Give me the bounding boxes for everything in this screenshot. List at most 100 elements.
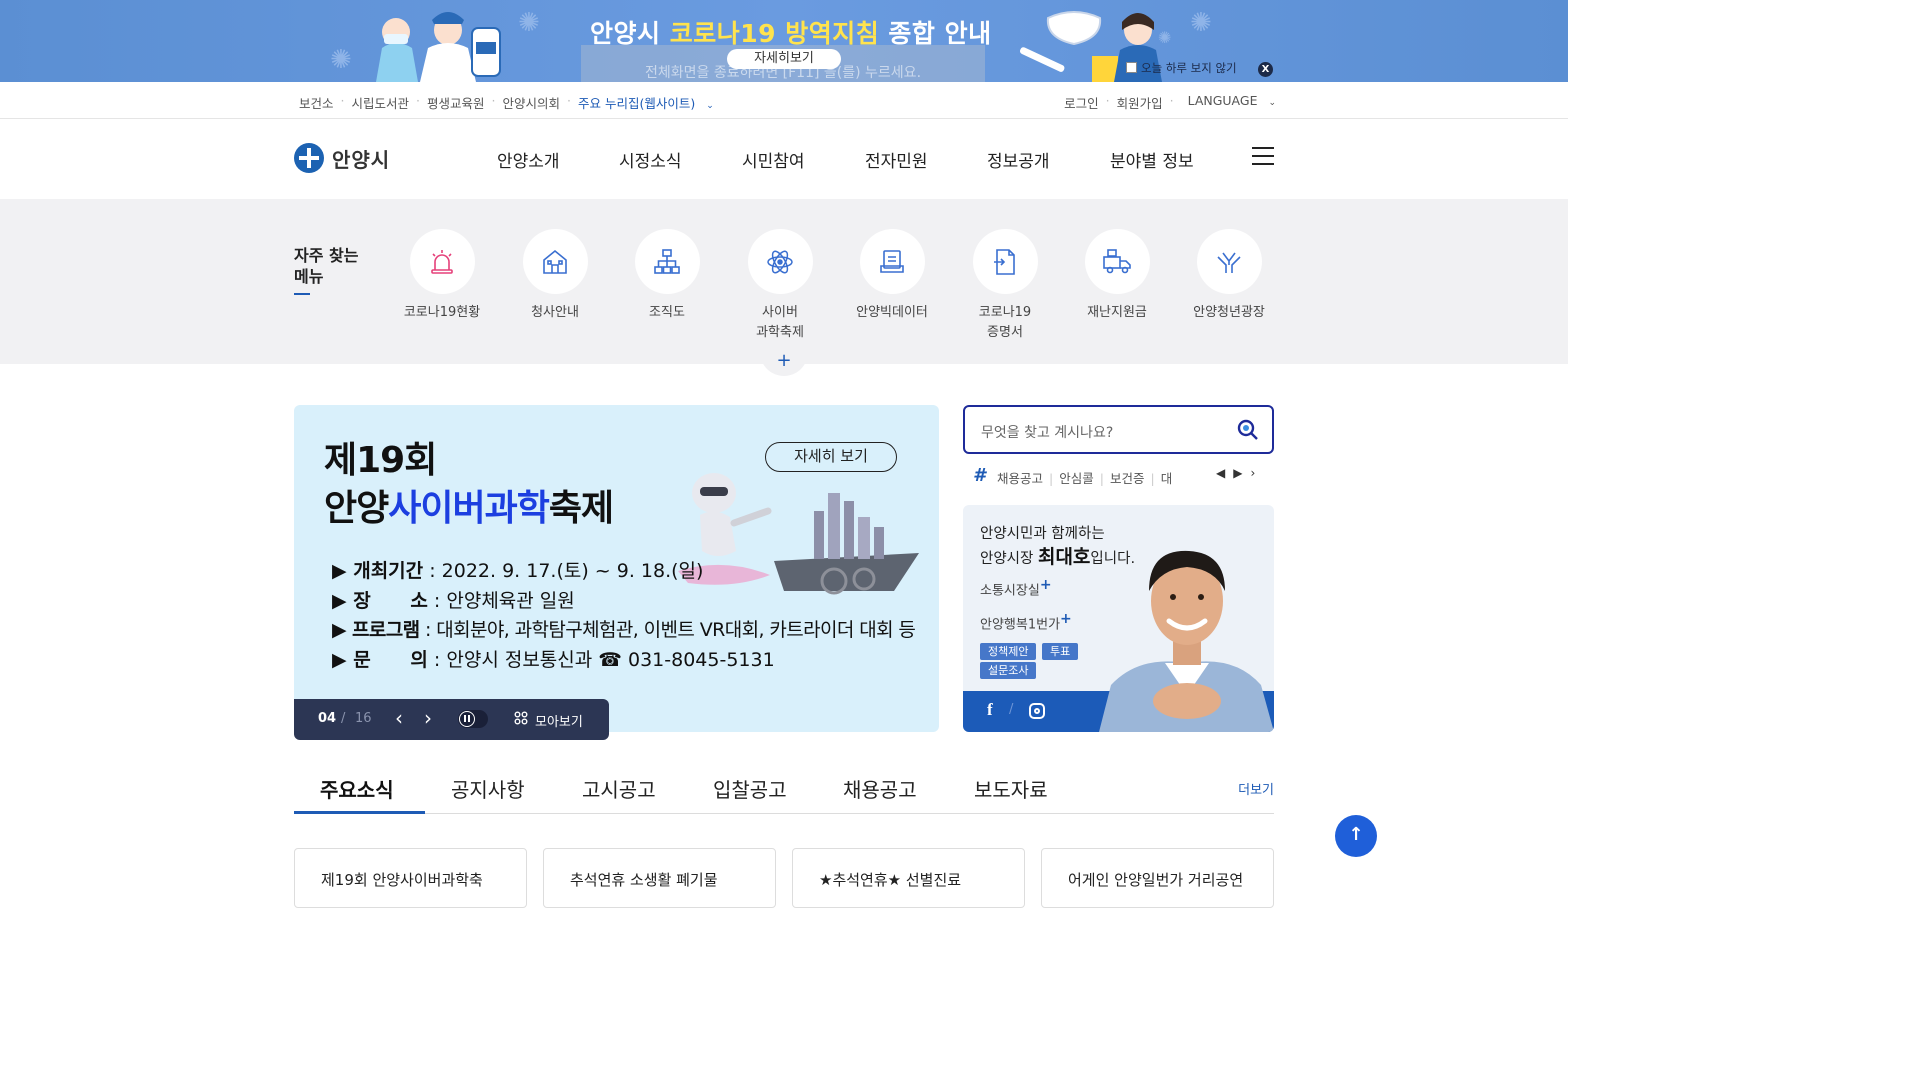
quick-item-label: 조직도	[649, 305, 685, 320]
news-card-title: 제19회 안양사이버과학축	[321, 871, 483, 889]
family-links: 보건소 · 시립도서관 · 평생교육원 · 안양시의회 · 주요 누리집(웹사이트) ⌄	[299, 93, 728, 112]
detail-key: ▶ 장 소	[332, 589, 428, 612]
quick-menu-expand-button[interactable]: +	[760, 350, 808, 376]
util-link[interactable]: 평생교육원	[427, 93, 485, 112]
slide-details: ▶ 개최기간 : 2022. 9. 17.(토) ~ 9. 18.(일) ▶ 장…	[332, 557, 916, 676]
separator: ·	[1169, 93, 1174, 108]
tab-announcement[interactable]: 고시공고	[582, 774, 656, 803]
chevron-left-icon[interactable]: ‹	[395, 706, 403, 730]
mayor-greeting-line: 안양시민과 함께하는	[980, 526, 1105, 542]
news-card[interactable]: ★추석연휴★ 선별진료	[792, 848, 1025, 908]
main-visual-slide[interactable]: 제19회 안양사이버과학축제 자세히 보기 ▶ 개최기간 : 2022. 9. …	[294, 405, 939, 732]
quick-item-relief-fund[interactable]: 재난지원금	[1062, 229, 1172, 323]
sites-dropdown-label: 주요 누리집(웹사이트)	[578, 96, 696, 111]
covid-banner: ✺ ✺ ✺ ✺ 안양시 코로나19 방역지침 종합 안내 전체화면을 종료하려면…	[0, 0, 1568, 82]
tab-bidding[interactable]: 입찰공고	[713, 774, 787, 803]
quick-item-label: 청사안내	[531, 305, 579, 320]
slide-headline-part: 축제	[548, 488, 614, 529]
mayor-portrait	[1099, 550, 1274, 732]
language-dropdown[interactable]: LANGUAGE ⌄	[1181, 93, 1276, 112]
news-card[interactable]: 추석연휴 소생활 폐기물	[543, 848, 776, 908]
detail-key: ▶ 프로그램	[332, 619, 420, 641]
login-link[interactable]: 로그인	[1064, 93, 1099, 112]
facebook-icon[interactable]: f	[987, 700, 993, 720]
banner-title-suffix: 종합 안내	[879, 19, 992, 48]
sites-dropdown[interactable]: 주요 누리집(웹사이트) ⌄	[578, 93, 721, 112]
nav-item[interactable]: 시민참여	[742, 147, 805, 172]
active-tab-indicator	[294, 811, 425, 814]
hide-today-option[interactable]: 오늘 하루 보지 않기	[1126, 60, 1237, 76]
news-card-title: 추석연휴 소생활 폐기물	[570, 871, 718, 889]
util-link[interactable]: 시립도서관	[352, 93, 410, 112]
quick-item-label: 안양빅데이터	[856, 305, 928, 320]
quick-item-label: 안양청년광장	[1193, 305, 1265, 320]
view-all-button[interactable]: 모아보기	[535, 711, 583, 730]
happiness-link[interactable]: 안양행복1번가+	[980, 611, 1072, 632]
quick-item-office[interactable]: 청사안내	[500, 229, 610, 323]
keyword-link[interactable]: 대	[1161, 471, 1173, 486]
play-icon[interactable]: ▶	[1233, 466, 1250, 480]
medical-staff-illustration	[376, 12, 501, 82]
utility-bar: 보건소 · 시립도서관 · 평생교육원 · 안양시의회 · 주요 누리집(웹사이트) ⌄…	[0, 82, 1568, 119]
vote-badge[interactable]: 투표	[1042, 643, 1079, 660]
city-emblem-icon	[294, 143, 324, 173]
search-icon[interactable]	[1236, 418, 1260, 446]
util-link[interactable]: 안양시의회	[503, 93, 561, 112]
quick-item-science-festival[interactable]: 사이버 과학축제	[725, 229, 835, 343]
member-links: 로그인 · 회원가입 · LANGUAGE ⌄	[1057, 93, 1276, 112]
nav-item[interactable]: 분야별 정보	[1110, 147, 1194, 172]
quick-item-label: 코로나19현황	[403, 305, 481, 320]
detail-key: ▶ 개최기간	[332, 560, 424, 582]
nav-item[interactable]: 전자민원	[865, 147, 928, 172]
mayor-office-link[interactable]: 소통시장실+	[980, 577, 1052, 598]
search-input[interactable]: 무엇을 찾고 계시나요?	[981, 422, 1113, 442]
quick-item-youth-plaza[interactable]: 안양청년광장	[1174, 229, 1284, 323]
slide-detail-row: ▶ 프로그램 : 대회분야, 과학탐구체험관, 이벤트 VR대회, 카트라이더 …	[332, 616, 916, 646]
tab-press[interactable]: 보도자료	[974, 774, 1048, 803]
nav-item[interactable]: 시정소식	[619, 147, 682, 172]
scroll-to-top-button[interactable]: ↑	[1335, 815, 1377, 857]
banner-title-prefix: 안양시	[590, 19, 670, 48]
logo-text: 안양시	[332, 147, 391, 172]
tab-notice[interactable]: 공지사항	[451, 774, 525, 803]
site-logo[interactable]: 안양시	[294, 143, 390, 173]
checkbox-icon[interactable]	[1126, 62, 1137, 73]
signup-link[interactable]: 회원가입	[1117, 93, 1163, 112]
tab-recruitment[interactable]: 채용공고	[843, 774, 917, 803]
banner-close-button[interactable]: X	[1258, 62, 1273, 77]
util-link[interactable]: 보건소	[299, 93, 334, 112]
slide-detail-row: ▶ 문 의 : 안양시 정보통신과 ☎ 031-8045-5131	[332, 646, 915, 676]
news-card[interactable]: 어게인 안양일번가 거리공연	[1041, 848, 1274, 908]
quick-item-covid-status[interactable]: 코로나19현황	[387, 229, 497, 323]
keyword-controls: ◀▶›	[1216, 466, 1263, 480]
nav-item[interactable]: 안양소개	[497, 147, 560, 172]
nav-item[interactable]: 정보공개	[987, 147, 1050, 172]
instagram-icon[interactable]	[1029, 703, 1045, 719]
survey-badge[interactable]: 설문조사	[980, 662, 1037, 679]
separator: ·	[491, 93, 496, 108]
slide-detail-button[interactable]: 자세히 보기	[765, 442, 897, 472]
quick-item-big-data[interactable]: 안양빅데이터	[837, 229, 947, 323]
keyword-link[interactable]: 보건증	[1110, 471, 1145, 486]
plus-icon: +	[1060, 611, 1072, 627]
slide-headline: 제19회 안양사이버과학축제	[324, 437, 614, 533]
keyword-link[interactable]: 안심콜	[1059, 471, 1094, 486]
data-icon	[859, 229, 925, 294]
pause-toggle[interactable]	[458, 710, 488, 728]
separator: ·	[416, 93, 420, 108]
news-more-link[interactable]: 더보기	[1238, 779, 1274, 798]
next-chevron-icon[interactable]: ›	[1250, 466, 1263, 480]
quick-item-covid-certificate[interactable]: 코로나19 증명서	[950, 229, 1060, 343]
tab-main-news[interactable]: 주요소식	[320, 774, 394, 803]
hamburger-menu-icon[interactable]	[1252, 147, 1274, 165]
banner-detail-button[interactable]: 자세히보기	[727, 49, 841, 69]
quick-item-org-chart[interactable]: 조직도	[612, 229, 722, 323]
news-card[interactable]: 제19회 안양사이버과학축	[294, 848, 527, 908]
keyword-link[interactable]: 채용공고	[997, 471, 1043, 486]
prev-arrow-icon[interactable]: ◀	[1216, 466, 1233, 480]
chevron-right-icon[interactable]: ›	[424, 706, 432, 730]
language-label: LANGUAGE	[1187, 93, 1258, 108]
policy-proposal-badge[interactable]: 정책제안	[980, 643, 1037, 660]
hashtag-icon: #	[973, 465, 986, 486]
search-box[interactable]: 무엇을 찾고 계시나요?	[963, 405, 1274, 454]
